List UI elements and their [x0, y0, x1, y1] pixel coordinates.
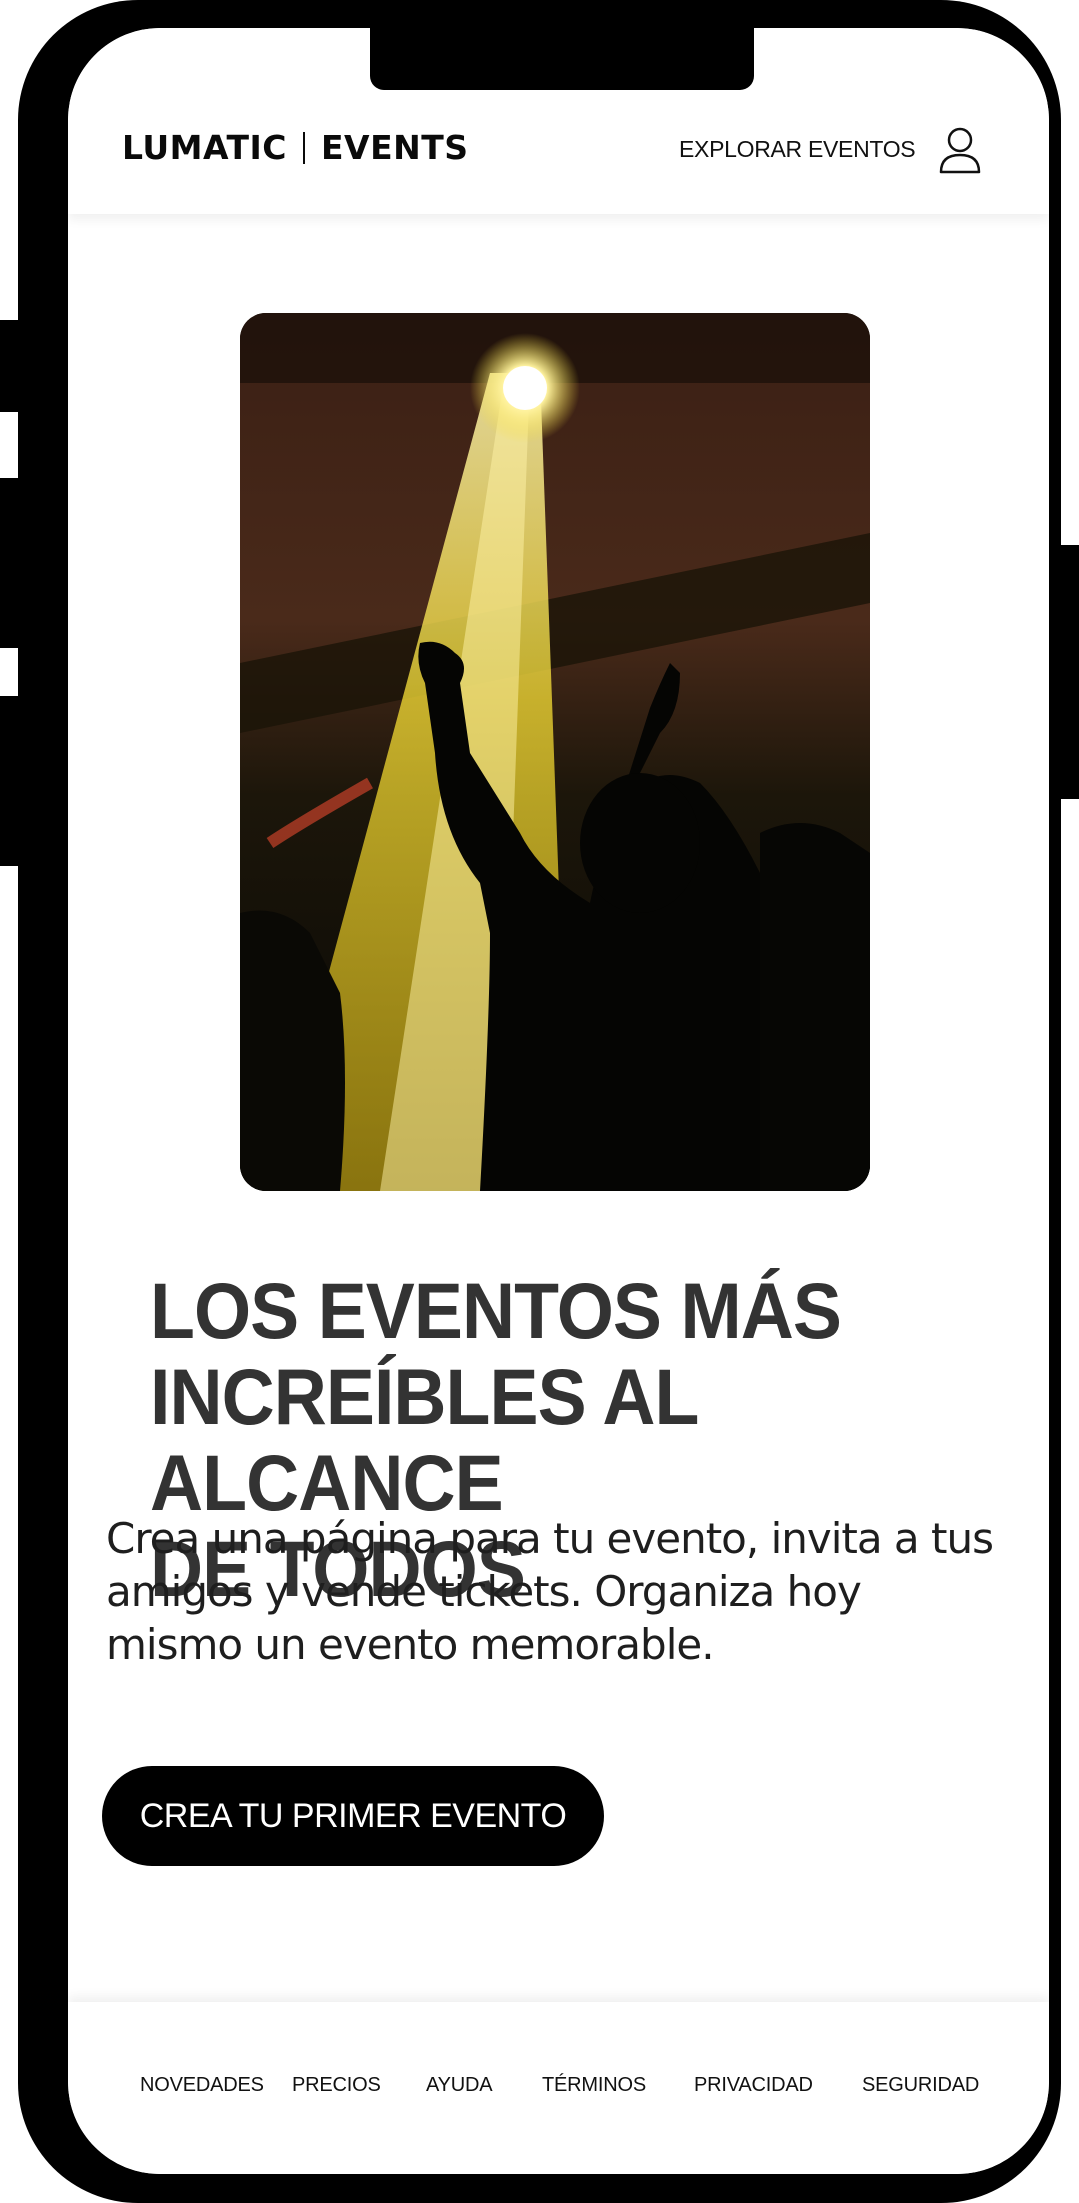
headline-line: INCREÍBLES AL ALCANCE [150, 1352, 698, 1527]
concert-spotlight-photo [240, 313, 870, 1191]
user-icon[interactable] [938, 126, 982, 174]
brand-name: LUMATIC [122, 128, 287, 167]
footer-link-ayuda[interactable]: AYUDA [426, 2074, 493, 2097]
brand-divider [302, 131, 305, 164]
description-line: amigos y vende tickets. Organiza hoy [106, 1567, 862, 1616]
app-frame: LUMATIC EVENTS EXPLORAR EVENTOS LOS EVEN… [0, 0, 1079, 2203]
phone-frame: LUMATIC EVENTS EXPLORAR EVENTOS LOS EVEN… [18, 0, 1061, 2203]
hero-description: Crea una página para tu evento, invita a… [106, 1512, 1006, 1671]
create-first-event-button[interactable]: CREA TU PRIMER EVENTO [102, 1766, 604, 1866]
footer-link-precios[interactable]: PRECIOS [292, 2074, 381, 2097]
brand-suffix: EVENTS [320, 128, 469, 167]
description-line: Crea una página para tu evento, invita a… [106, 1514, 994, 1563]
footer-link-novedades[interactable]: NOVEDADES [140, 2074, 264, 2097]
footer-link-privacidad[interactable]: PRIVACIDAD [694, 2074, 813, 2097]
brand-logo[interactable]: LUMATIC EVENTS [122, 128, 469, 167]
screen: LUMATIC EVENTS EXPLORAR EVENTOS LOS EVEN… [68, 28, 1049, 2174]
description-line: mismo un evento memorable. [106, 1620, 715, 1669]
footer-link-terminos[interactable]: TÉRMINOS [542, 2074, 646, 2097]
hero-image [240, 313, 870, 1191]
headline-line: LOS EVENTOS MÁS [150, 1266, 842, 1355]
footer-link-seguridad[interactable]: SEGURIDAD [862, 2074, 979, 2097]
footer-navigation: NOVEDADES PRECIOS AYUDA TÉRMINOS PRIVACI… [68, 2002, 1049, 2174]
explore-events-link[interactable]: EXPLORAR EVENTOS [679, 136, 916, 163]
notch [370, 28, 754, 90]
